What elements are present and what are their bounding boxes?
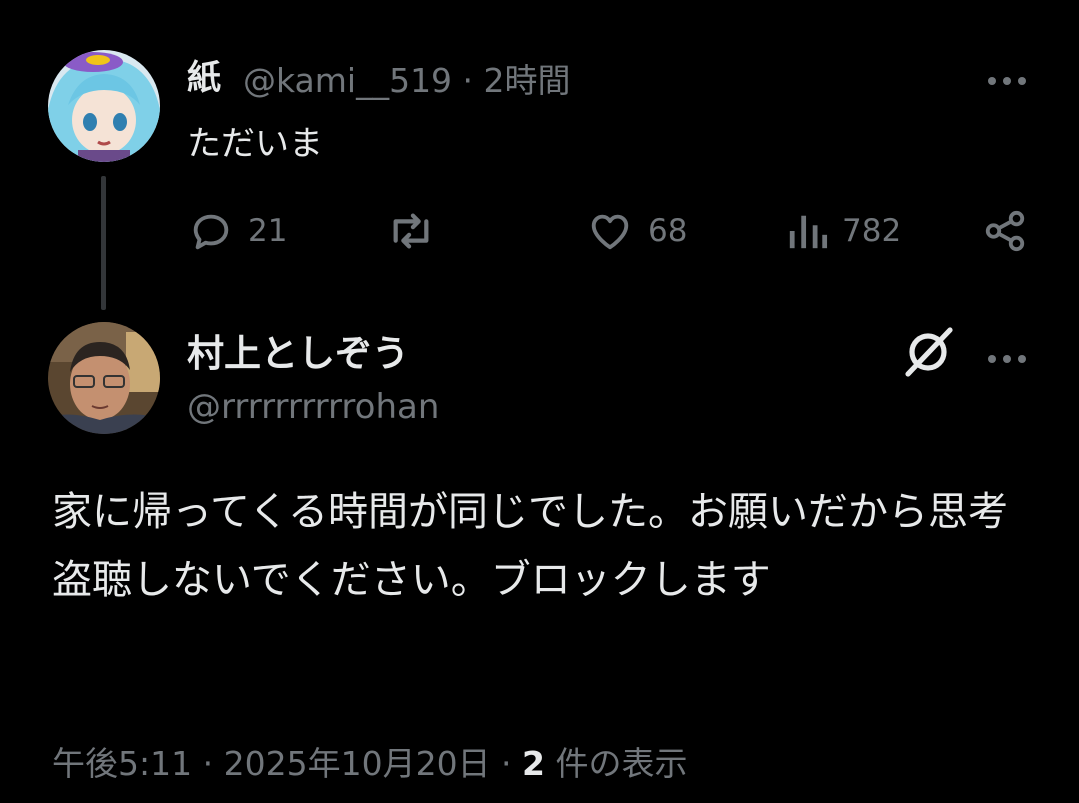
share-icon <box>985 210 1025 252</box>
reply-icon <box>193 214 229 250</box>
view-count[interactable]: 2 <box>522 744 545 783</box>
meta-separator: · <box>490 744 523 783</box>
reply-button[interactable]: 21 <box>188 208 287 254</box>
views-count: 782 <box>842 213 902 249</box>
parent-timestamp[interactable]: 2時間 <box>484 61 571 100</box>
views-button[interactable]: 782 <box>786 208 901 254</box>
parent-handle-time: @kami__519 · 2時間 <box>243 54 571 102</box>
parent-post-text: ただいま <box>187 124 323 164</box>
main-handle[interactable]: @rrrrrrrrrrohan <box>187 387 439 427</box>
parent-avatar[interactable] <box>48 50 160 162</box>
like-button[interactable]: 68 <box>586 208 687 254</box>
main-avatar[interactable] <box>48 322 160 434</box>
views-icon <box>789 215 828 249</box>
heart-icon <box>591 214 629 250</box>
post-time[interactable]: 午後5:11 <box>52 744 192 783</box>
main-more-icon[interactable] <box>986 344 1028 365</box>
reply-count: 21 <box>248 213 288 249</box>
post-meta-footer: 午後5:11 · 2025年10月20日 · 2 件の表示 <box>52 737 688 785</box>
grok-icon[interactable] <box>902 326 954 382</box>
parent-handle[interactable]: @kami__519 <box>243 61 452 100</box>
parent-display-name[interactable]: 紙 <box>187 50 221 99</box>
main-post-text: 家に帰ってくる時間が同じでした。お願いだから思考盗聴しないでください。ブロックし… <box>52 489 1008 603</box>
thread-connector-line <box>101 176 106 310</box>
meta-separator: · <box>192 744 224 783</box>
like-count: 68 <box>648 213 688 249</box>
main-display-name[interactable]: 村上としぞう <box>187 323 409 377</box>
view-label[interactable]: 件の表示 <box>545 744 688 783</box>
parent-more-icon[interactable] <box>986 66 1028 87</box>
post-date[interactable]: 2025年10月20日 <box>224 744 491 783</box>
time-separator: · <box>452 61 484 100</box>
share-button[interactable] <box>982 208 1028 254</box>
repost-icon <box>393 213 429 249</box>
repost-button[interactable] <box>386 208 450 254</box>
